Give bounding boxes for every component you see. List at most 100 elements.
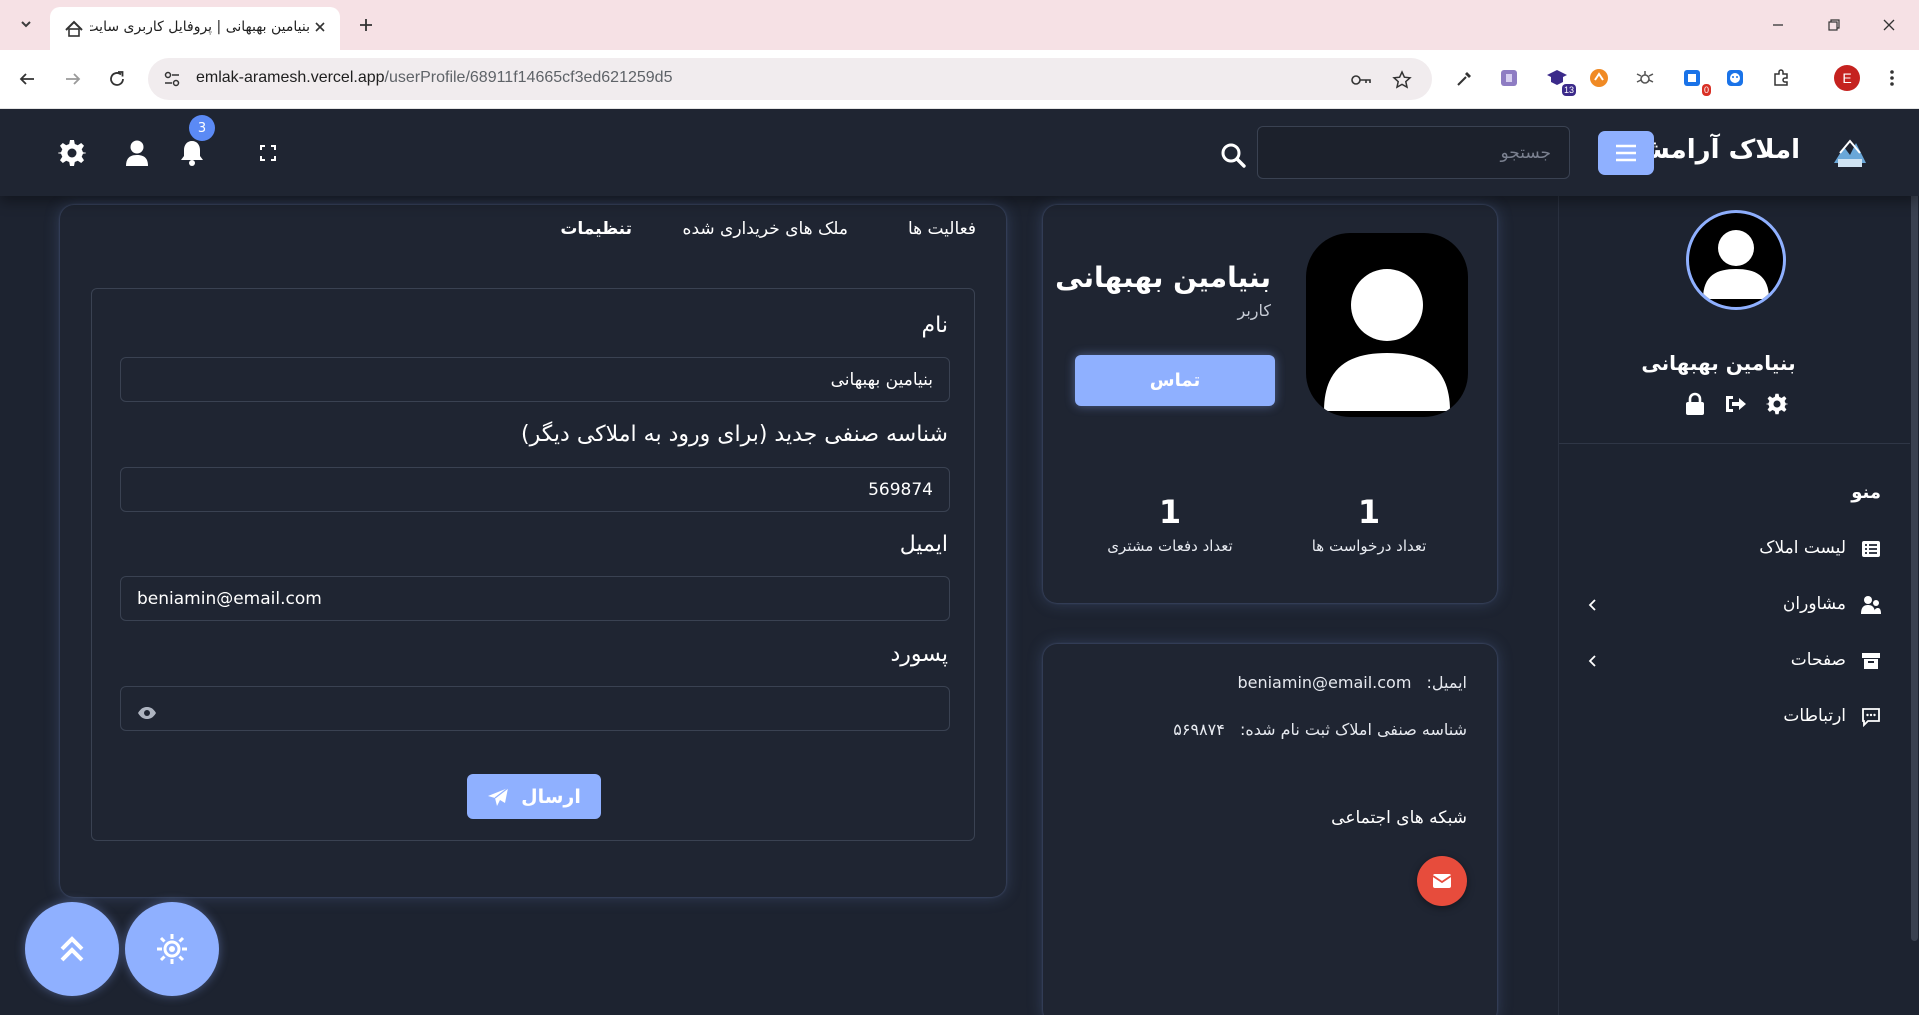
password-label: پسورد (890, 642, 948, 667)
stat-requests: 1 تعداد درخواست ها (1289, 493, 1449, 555)
stat-value: 1 (1158, 493, 1182, 531)
restore-window-icon[interactable] (1811, 10, 1857, 40)
chat-icon (1860, 706, 1882, 728)
info-id-label: شناسه صنفی املاک ثبت نام شده: (1239, 720, 1467, 739)
email-field[interactable] (120, 576, 950, 621)
default-user-avatar-icon (1703, 230, 1769, 299)
email-social-button[interactable] (1417, 856, 1467, 906)
submit-button[interactable]: ارسال (467, 774, 601, 819)
hamburger-menu-button[interactable] (1598, 131, 1654, 175)
app-viewport: املاک آرامش 3 بنیامین بهبهانی (0, 109, 1919, 1015)
users-icon (1860, 594, 1882, 616)
email-label: ایمیل (899, 532, 948, 557)
browser-tab-active[interactable]: بنیامین بهبهانی | پروفایل کاربری سایت ام… (50, 7, 340, 50)
settings-card: فعالیت ها ملک های خریداری شده تنظیمات نا… (60, 205, 1006, 897)
chevron-down-icon (21, 21, 31, 28)
stat-label: تعداد دفعات مشتری (1107, 537, 1233, 555)
bookmark-star-icon[interactable] (1391, 69, 1413, 91)
info-id-row: شناسه صنفی املاک ثبت نام شده: ۵۶۹۸۷۴ (1173, 720, 1467, 739)
theme-toggle-button[interactable] (125, 902, 219, 996)
info-id-value: ۵۶۹۸۷۴ (1173, 720, 1225, 739)
close-window-icon[interactable] (1866, 10, 1912, 40)
eyedropper-extension-icon[interactable] (1453, 66, 1477, 90)
tab-purchased-properties[interactable]: ملک های خریداری شده (683, 219, 848, 239)
purple-square-extension-icon[interactable] (1497, 66, 1521, 90)
more-vertical-icon[interactable] (1880, 66, 1904, 90)
default-user-avatar-icon (1324, 269, 1450, 411)
name-field[interactable] (120, 357, 950, 402)
search-input[interactable] (1257, 126, 1570, 179)
brand-logo-icon[interactable] (1830, 133, 1870, 173)
browser-profile-avatar[interactable]: E (1834, 65, 1860, 91)
chevron-left-icon (1583, 652, 1601, 670)
logout-icon[interactable] (1724, 392, 1748, 416)
tab-activities[interactable]: فعالیت ها (908, 219, 976, 239)
envelope-icon (1432, 874, 1452, 888)
sidebar-divider (1559, 443, 1919, 444)
sidebar-item-pages[interactable]: صفحات (1559, 642, 1919, 682)
password-field[interactable] (120, 686, 950, 731)
brand-name[interactable]: املاک آرامش (1634, 135, 1800, 165)
info-email-row: ایمیل: beniamin@email.com (1237, 673, 1467, 692)
sidebar-item-label: لیست املاک (1759, 538, 1846, 558)
name-label: نام (921, 313, 948, 338)
sidebar-item-label: ارتباطات (1783, 706, 1846, 726)
sidebar-item-communications[interactable]: ارتباطات (1559, 698, 1919, 738)
settings-gear-icon[interactable] (56, 137, 88, 169)
sidebar-item-label: مشاوران (1782, 594, 1846, 614)
forward-arrow-icon[interactable] (58, 64, 88, 94)
social-networks-title: شبکه های اجتماعی (1331, 808, 1467, 828)
orange-extension-icon[interactable] (1587, 66, 1611, 90)
app-header: املاک آرامش 3 (0, 109, 1919, 196)
double-chevron-up-icon (60, 936, 84, 962)
blue-app-extension-icon[interactable]: 0 (1680, 66, 1711, 96)
site-favicon-icon (64, 18, 84, 38)
show-password-eye-icon[interactable] (136, 702, 158, 724)
bug-extension-icon[interactable] (1633, 66, 1657, 90)
sidebar-settings-gear-icon[interactable] (1765, 392, 1789, 416)
tab-search-button[interactable] (12, 10, 40, 38)
robot-extension-icon[interactable] (1723, 66, 1747, 90)
reload-icon[interactable] (102, 64, 132, 94)
id-label: شناسه صنفی جدید (برای ورود به املاکی دیگ… (521, 422, 948, 447)
tab-title: بنیامین بهبهانی | پروفایل کاربری سایت ام… (90, 19, 310, 35)
lock-icon[interactable] (1683, 392, 1707, 416)
sidebar-user-name: بنیامین بهبهانی (1641, 351, 1796, 375)
stat-value: 1 (1357, 493, 1381, 531)
url-text: emlak-aramesh.vercel.app/userProfile/689… (196, 69, 673, 86)
sun-icon (157, 934, 187, 964)
new-tab-button[interactable] (353, 12, 379, 38)
extension-badge: 0 (1701, 84, 1711, 96)
profile-role: کاربر (1237, 301, 1272, 320)
profile-avatar (1306, 233, 1468, 417)
graduation-extension-icon[interactable]: 13 (1545, 66, 1576, 96)
address-bar[interactable]: emlak-aramesh.vercel.app/userProfile/689… (148, 58, 1432, 100)
contact-button[interactable]: تماس (1075, 355, 1275, 406)
fullscreen-icon[interactable] (252, 137, 284, 169)
sidebar-item-property-list[interactable]: لیست املاک (1559, 530, 1919, 570)
minimize-window-icon[interactable] (1755, 10, 1801, 40)
sidebar-avatar[interactable] (1686, 210, 1786, 310)
sidebar-item-consultants[interactable]: مشاوران (1559, 586, 1919, 626)
info-card: ایمیل: beniamin@email.com شناسه صنفی امل… (1043, 644, 1497, 1015)
back-arrow-icon[interactable] (12, 64, 42, 94)
plus-icon (360, 19, 372, 31)
user-icon[interactable] (121, 137, 153, 169)
stat-customer-visits: 1 تعداد دفعات مشتری (1090, 493, 1250, 555)
close-tab-icon[interactable] (310, 17, 330, 37)
notification-bell-icon[interactable] (176, 137, 208, 169)
sidebar: بنیامین بهبهانی منو لیست املاک مشاوران ص… (1558, 196, 1919, 1015)
puzzle-extensions-icon[interactable] (1769, 66, 1793, 90)
submit-label: ارسال (521, 785, 581, 808)
profile-card: بنیامین بهبهانی کاربر تماس 1 تعداد درخوا… (1043, 205, 1497, 603)
password-key-icon[interactable] (1350, 69, 1372, 91)
site-settings-icon[interactable] (162, 69, 182, 89)
search-icon[interactable] (1217, 139, 1249, 171)
scroll-to-top-button[interactable] (25, 902, 119, 996)
info-email-label: ایمیل: (1426, 673, 1467, 692)
page-scrollbar-thumb[interactable] (1911, 161, 1918, 941)
tab-settings[interactable]: تنظیمات (560, 219, 632, 239)
hamburger-icon (1616, 144, 1636, 162)
business-id-field[interactable] (120, 467, 950, 512)
extension-badge: 13 (1561, 84, 1576, 96)
